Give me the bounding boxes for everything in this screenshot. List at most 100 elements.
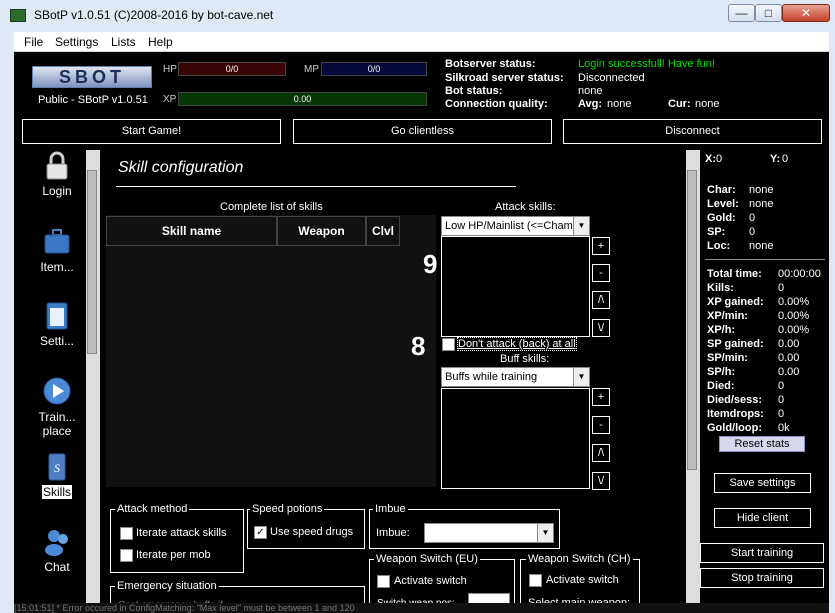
- nav-login[interactable]: Login: [28, 150, 86, 198]
- column-weapon[interactable]: Weapon: [277, 216, 366, 246]
- iterate-skills-label: Iterate attack skills: [136, 527, 227, 539]
- attack-move-up-button[interactable]: /\: [592, 291, 610, 309]
- y-label: Y:: [770, 153, 781, 165]
- stats-value: 0: [778, 408, 785, 420]
- imbue-select[interactable]: ▼: [424, 523, 554, 543]
- silkroad-status-value: Disconnected: [578, 72, 645, 84]
- menu-lists[interactable]: Lists: [111, 35, 136, 49]
- nav-skills[interactable]: S Skills: [28, 451, 86, 499]
- start-game-button[interactable]: Start Game!: [22, 119, 281, 144]
- cur-value: none: [695, 98, 720, 110]
- stats-label: XP/h:: [707, 324, 736, 336]
- botserver-status-value: Login successfull! Have fun!: [578, 58, 715, 70]
- attack-skills-list[interactable]: [441, 236, 590, 337]
- attack-add-button[interactable]: +: [592, 237, 610, 255]
- nav-items[interactable]: Item...: [28, 226, 86, 274]
- weapon-switch-ch-title: Weapon Switch (CH): [526, 553, 633, 565]
- reset-stats-button[interactable]: Reset stats: [719, 436, 805, 452]
- char-label: Gold:: [707, 212, 736, 224]
- buff-add-button[interactable]: +: [592, 388, 610, 406]
- x-value: 0: [716, 153, 723, 165]
- stats-value: 00:00:00: [778, 268, 821, 280]
- char-value: none: [749, 240, 774, 252]
- go-clientless-button[interactable]: Go clientless: [293, 119, 552, 144]
- stats-label: XP/min:: [707, 310, 748, 322]
- nav-items-label: Item...: [40, 260, 74, 274]
- column-clvl[interactable]: Clvl: [366, 216, 400, 246]
- menu-settings[interactable]: Settings: [55, 35, 98, 49]
- nav-settings[interactable]: Setti...: [28, 300, 86, 348]
- mp-bar: 0/0: [321, 62, 427, 76]
- menu-file[interactable]: File: [24, 35, 43, 49]
- buff-remove-button[interactable]: -: [592, 416, 610, 434]
- stats-value: 0.00: [778, 338, 800, 350]
- buff-skills-list[interactable]: [441, 388, 590, 489]
- skills-icon: S: [48, 453, 66, 481]
- stop-training-button[interactable]: Stop training: [700, 568, 824, 588]
- ch-activate-switch-label: Activate switch: [546, 574, 619, 586]
- imbue-title: Imbue: [373, 503, 408, 515]
- hp-label: HP: [163, 64, 177, 75]
- buff-move-up-button[interactable]: /\: [592, 444, 610, 462]
- attack-move-down-button[interactable]: \/: [592, 319, 610, 337]
- start-training-button[interactable]: Start training: [700, 543, 824, 563]
- save-settings-button[interactable]: Save settings: [714, 473, 811, 493]
- buff-skills-caption: Buff skills:: [500, 353, 550, 365]
- stats-value: 0: [778, 380, 785, 392]
- char-label: Loc:: [707, 240, 731, 252]
- dont-attack-checkbox[interactable]: [442, 338, 455, 351]
- overlay-number-9: 9: [423, 249, 438, 279]
- nav-training-place[interactable]: Train... place: [28, 376, 86, 438]
- xp-label: XP: [163, 94, 177, 105]
- char-label: Level:: [707, 198, 739, 210]
- stats-label: XP gained:: [707, 296, 764, 308]
- stats-label: Died:: [707, 380, 735, 392]
- iterate-skills-checkbox[interactable]: [120, 527, 133, 540]
- stats-label: Kills:: [707, 282, 734, 294]
- stats-label: SP/min:: [707, 352, 748, 364]
- stats-value: 0.00%: [778, 296, 810, 308]
- char-value: 0: [749, 212, 756, 224]
- content-scrollbar[interactable]: [686, 150, 700, 603]
- page-title: Skill configuration: [118, 159, 244, 176]
- complete-skill-list[interactable]: [106, 215, 436, 487]
- imbue-label: Imbue:: [376, 527, 410, 539]
- hide-client-button[interactable]: Hide client: [714, 508, 811, 528]
- log-line: [15:01:51] * Error occured in ConfigMatc…: [14, 603, 829, 613]
- iterate-per-mob-label: Iterate per mob: [136, 549, 211, 561]
- buff-list-select[interactable]: Buffs while training ▼: [441, 367, 590, 387]
- use-speed-drugs-checkbox[interactable]: ✓: [254, 526, 267, 539]
- eu-activate-switch-checkbox[interactable]: [377, 575, 390, 588]
- attack-list-select[interactable]: Low HP/Mainlist (<=Champ ▼: [441, 216, 590, 236]
- stats-label: SP gained:: [707, 338, 764, 350]
- maximize-button[interactable]: □: [755, 4, 782, 22]
- attack-remove-button[interactable]: -: [592, 264, 610, 282]
- ch-activate-switch-checkbox[interactable]: [529, 574, 542, 587]
- stats-value: 0k: [778, 422, 790, 434]
- content-scrollbar-thumb[interactable]: [687, 170, 697, 470]
- sbot-logo: SBOT: [32, 66, 152, 88]
- nav-scrollbar[interactable]: [86, 150, 100, 613]
- column-skill-name[interactable]: Skill name: [106, 216, 277, 246]
- menu-help[interactable]: Help: [148, 35, 173, 49]
- close-button[interactable]: ✕: [782, 4, 830, 22]
- buff-move-down-button[interactable]: \/: [592, 472, 610, 490]
- mp-label: MP: [304, 64, 319, 75]
- disconnect-button[interactable]: Disconnect: [563, 119, 822, 144]
- silkroad-status-label: Silkroad server status:: [445, 72, 564, 84]
- window-frame-right: [829, 32, 835, 613]
- dont-attack-label[interactable]: Don't attack (back) at all: [457, 337, 577, 351]
- minimize-button[interactable]: —: [728, 4, 755, 22]
- nav-chat[interactable]: Chat: [28, 526, 86, 574]
- char-label: SP:: [707, 226, 726, 238]
- iterate-per-mob-checkbox[interactable]: [120, 549, 133, 562]
- chevron-down-icon: ▼: [537, 524, 553, 542]
- complete-list-caption: Complete list of skills: [220, 201, 323, 213]
- chat-icon: [45, 530, 68, 556]
- app-icon: [10, 9, 26, 22]
- stats-label: Gold/loop:: [707, 422, 762, 434]
- botserver-status-label: Botserver status:: [445, 58, 536, 70]
- eu-activate-switch-label: Activate switch: [394, 575, 467, 587]
- nav-scrollbar-thumb[interactable]: [87, 170, 97, 354]
- stats-label: Died/sess:: [707, 394, 763, 406]
